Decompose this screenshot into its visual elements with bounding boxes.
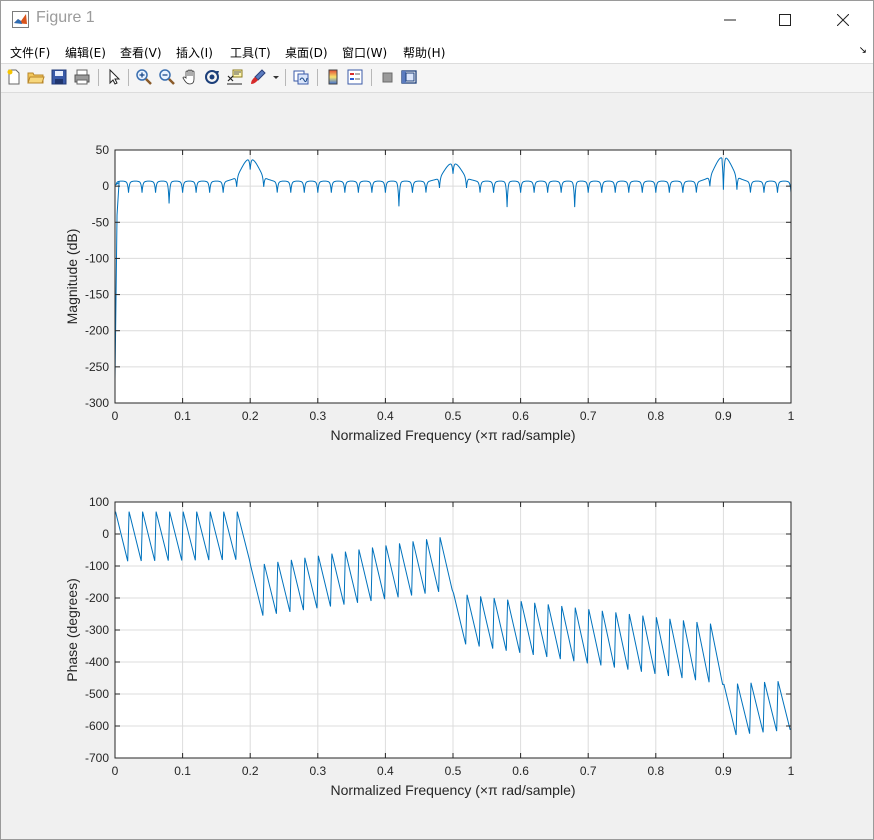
x-tick-label: 0.5: [445, 764, 462, 778]
y-tick-label: -100: [85, 559, 109, 573]
y-tick-label: 100: [89, 495, 109, 509]
x-tick-label: 0.4: [377, 409, 394, 423]
x-tick-label: 0.8: [647, 409, 664, 423]
x-tick-label: 0: [112, 409, 119, 423]
y-tick-label: 50: [96, 143, 110, 157]
figure-canvas: 0 0.1 0.2 0.3 0.4 0.5 0.6 0.7 0.8 0.9 1 50 0 -50 -100 -…: [64, 143, 795, 798]
x-tick-label: 0.3: [309, 764, 326, 778]
x-tick-label: 0.2: [242, 409, 259, 423]
x-tick-label: 0.9: [715, 764, 732, 778]
x-axis-label: Normalized Frequency (×π rad/sample): [330, 427, 575, 443]
x-axis-label: Normalized Frequency (×π rad/sample): [330, 782, 575, 798]
y-tick-label: -300: [85, 396, 109, 410]
figure-window: Figure 1 文件(F) 编辑(E) 查看(V) 插入(I) 工具(T) 桌…: [0, 0, 874, 840]
y-tick-label: -300: [85, 623, 109, 637]
x-tick-label: 0.1: [174, 764, 191, 778]
x-tick-label: 1: [788, 764, 795, 778]
axes-1[interactable]: 0 0.1 0.2 0.3 0.4 0.5 0.6 0.7 0.8 0.9 1 50 0 -50 -100 -…: [64, 143, 795, 443]
y-tick-label: -100: [85, 251, 109, 265]
x-tick-label: 0.8: [647, 764, 664, 778]
x-tick-label: 0.7: [580, 409, 597, 423]
y-tick-label: -700: [85, 751, 109, 765]
x-tick-label: 0.4: [377, 764, 394, 778]
x-tick-label: 0.5: [445, 409, 462, 423]
y-tick-label: 0: [102, 179, 109, 193]
y-tick-label: -200: [85, 591, 109, 605]
x-tick-label: 0: [112, 764, 119, 778]
y-tick-label: -500: [85, 687, 109, 701]
y-tick-label: -250: [85, 360, 109, 374]
y-tick-label: -50: [92, 215, 110, 229]
x-tick-label: 0.7: [580, 764, 597, 778]
y-tick-label: -400: [85, 655, 109, 669]
x-tick-label: 0.6: [512, 409, 529, 423]
x-tick-label: 0.3: [309, 409, 326, 423]
x-tick-label: 0.9: [715, 409, 732, 423]
y-tick-label: -150: [85, 288, 109, 302]
y-axis-label: Phase (degrees): [64, 578, 80, 682]
x-tick-label: 1: [788, 409, 795, 423]
x-tick-label: 0.1: [174, 409, 191, 423]
y-tick-label: 0: [102, 527, 109, 541]
y-tick-label: -600: [85, 719, 109, 733]
y-tick-label: -200: [85, 324, 109, 338]
y-axis-label: Magnitude (dB): [64, 229, 80, 325]
x-tick-label: 0.2: [242, 764, 259, 778]
axes-2[interactable]: 0 0.1 0.2 0.3 0.4 0.5 0.6 0.7 0.8 0.9 1 100 0 -100 -20…: [64, 495, 795, 798]
x-tick-label: 0.6: [512, 764, 529, 778]
